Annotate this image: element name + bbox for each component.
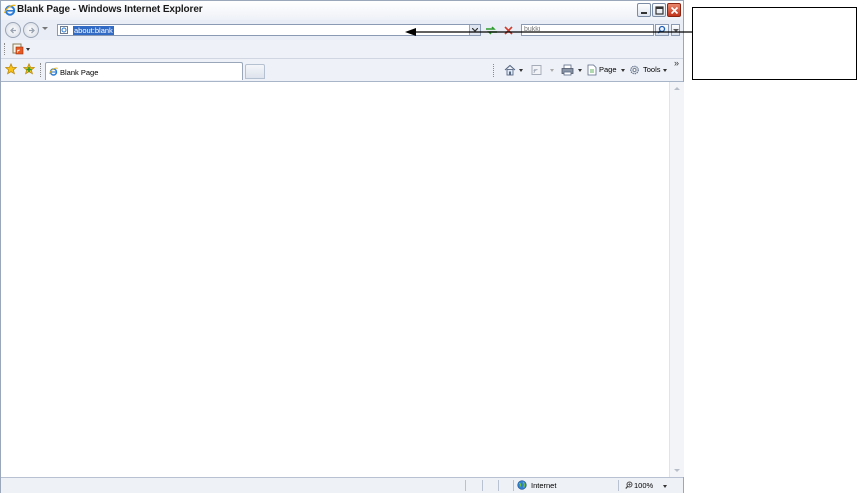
annotation-arrow: [405, 28, 692, 36]
